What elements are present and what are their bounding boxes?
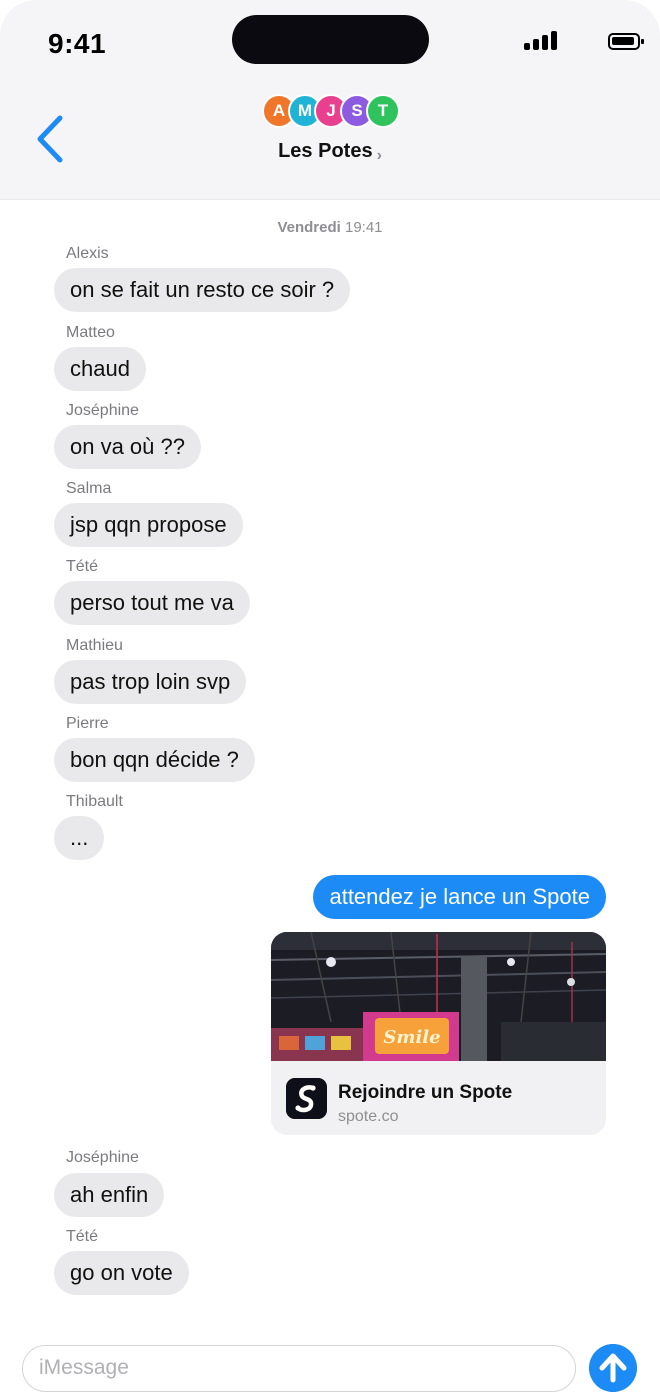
message-sender: Tété — [66, 558, 99, 575]
send-arrow-icon[interactable] — [589, 1344, 637, 1392]
chevron-right-icon: › — [376, 147, 382, 164]
message-bubble[interactable]: on se fait un resto ce soir ? — [54, 268, 351, 312]
link-url: spote.co — [338, 1108, 399, 1125]
link-preview-image: Smile — [271, 932, 606, 1061]
message-bubble[interactable]: go on vote — [54, 1251, 189, 1295]
message-sender: Joséphine — [66, 1149, 139, 1166]
group-name-button[interactable]: Les Potes › — [0, 140, 660, 164]
message-sender: Matteo — [66, 324, 115, 341]
avatar: T — [366, 94, 400, 128]
message-sender: Joséphine — [66, 402, 139, 419]
group-name: Les Potes — [278, 140, 373, 162]
status-time: 9:41 — [48, 28, 107, 59]
message-bubble[interactable]: chaud — [54, 347, 146, 391]
signal-icon — [524, 30, 560, 50]
message-bubble[interactable]: pas trop loin svp — [54, 660, 247, 704]
group-avatars[interactable]: A M J S T — [262, 94, 402, 128]
phone-screen: 9:41 A M J S T Les Potes › Vendredi 19:41… — [0, 0, 660, 1392]
message-bubble[interactable]: ah enfin — [54, 1173, 165, 1217]
svg-text:Smile: Smile — [383, 1027, 440, 1048]
message-bubble[interactable]: bon qqn décide ? — [54, 738, 255, 782]
message-sender: Mathieu — [66, 637, 123, 654]
message-sender: Thibault — [66, 793, 123, 810]
conversation-header: A M J S T Les Potes › — [0, 76, 660, 200]
message-timestamp: Vendredi 19:41 — [277, 219, 383, 236]
message-bubble[interactable]: jsp qqn propose — [54, 503, 243, 547]
link-preview-card[interactable]: Smile Rejoindre un Spote spote.co — [271, 932, 606, 1135]
message-bubble[interactable]: ... — [54, 816, 105, 860]
message-input[interactable]: iMessage — [22, 1345, 576, 1392]
message-sender: Salma — [66, 480, 112, 497]
message-sender: Alexis — [66, 245, 109, 262]
spote-logo-icon — [286, 1078, 327, 1119]
message-bubble[interactable]: perso tout me va — [54, 581, 250, 625]
message-sender: Pierre — [66, 715, 109, 732]
message-bubble[interactable]: on va où ?? — [54, 425, 201, 469]
battery-icon — [608, 33, 644, 50]
status-bar: 9:41 — [0, 0, 660, 76]
dynamic-island — [232, 15, 429, 64]
link-title: Rejoindre un Spote — [338, 1082, 513, 1103]
outgoing-message-bubble[interactable]: attendez je lance un Spote — [313, 875, 606, 919]
message-sender: Tété — [66, 1228, 99, 1245]
